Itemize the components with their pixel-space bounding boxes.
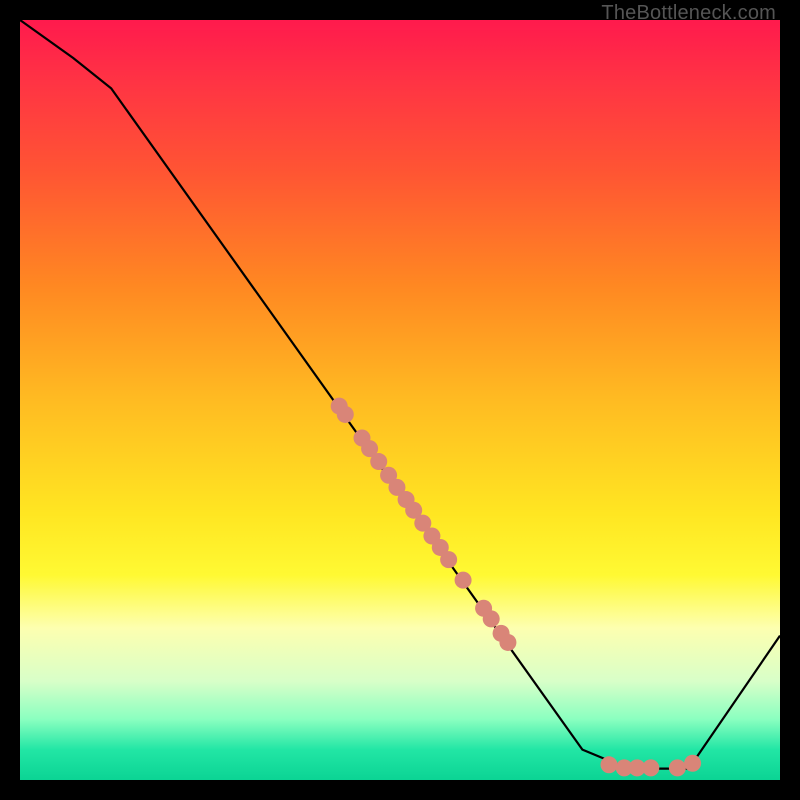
scatter-point (440, 551, 457, 568)
chart-svg (20, 20, 780, 780)
scatter-point (455, 572, 472, 589)
scatter-point (337, 406, 354, 423)
scatter-point (499, 634, 516, 651)
scatter-point (642, 759, 659, 776)
scatter-point (601, 756, 618, 773)
scatter-point (370, 453, 387, 470)
chart-container: { "attribution": "TheBottleneck.com", "c… (0, 0, 800, 800)
scatter-point (684, 755, 701, 772)
scatter-point (483, 610, 500, 627)
plot-area (20, 20, 780, 780)
scatter-point (669, 759, 686, 776)
bottleneck-curve (20, 20, 780, 769)
scatter-points (331, 398, 701, 777)
